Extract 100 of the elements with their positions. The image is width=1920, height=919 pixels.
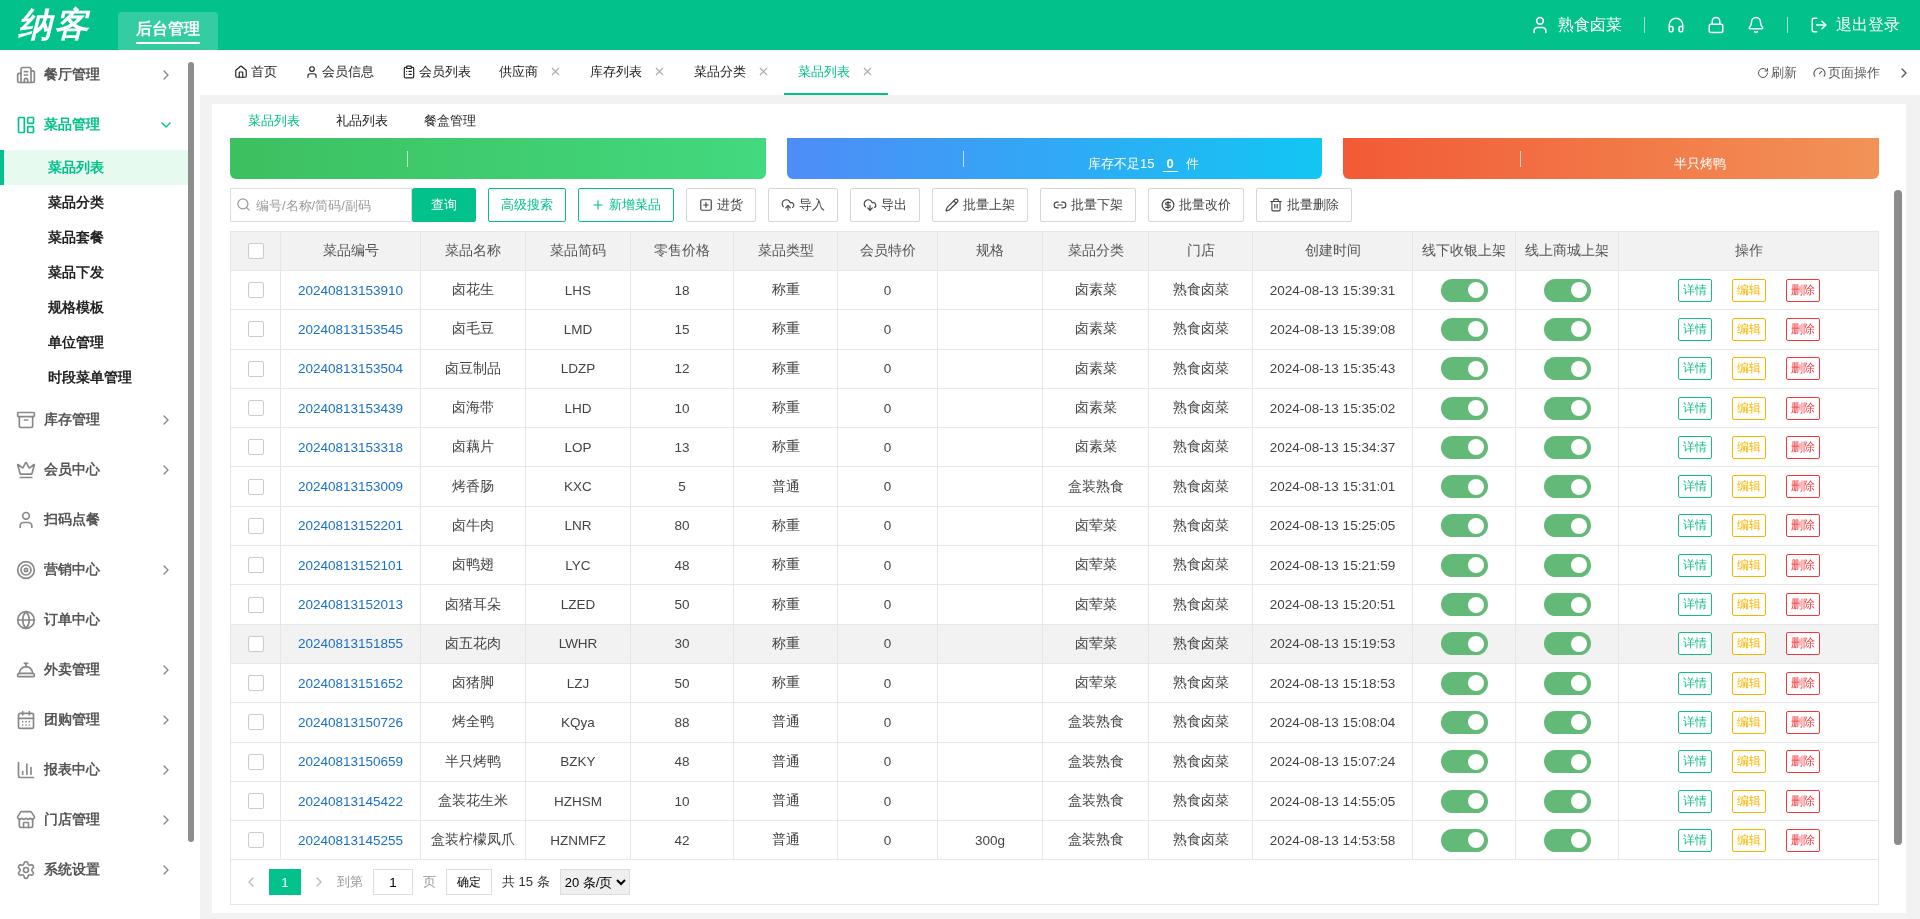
page-tab[interactable]: 库存列表: [576, 50, 680, 95]
code-link[interactable]: 20240813152013: [281, 585, 421, 624]
search-field[interactable]: 编号/名称/简码/副码: [230, 188, 412, 222]
toggle-switch[interactable]: [1543, 278, 1591, 302]
toggle-switch[interactable]: [1543, 671, 1591, 695]
toggle-switch[interactable]: [1440, 828, 1488, 852]
code-link[interactable]: 20240813153318: [281, 428, 421, 467]
code-link[interactable]: 20240813150726: [281, 703, 421, 742]
row-checkbox[interactable]: [247, 557, 264, 574]
toggle-switch[interactable]: [1440, 475, 1488, 499]
details-button[interactable]: 详情: [1677, 632, 1712, 656]
sidebar-item[interactable]: 菜品管理: [0, 100, 190, 150]
scrollbar[interactable]: [1894, 190, 1902, 845]
toggle-switch[interactable]: [1543, 710, 1591, 734]
toolbar-button[interactable]: 高级搜索: [488, 188, 566, 222]
details-button[interactable]: 详情: [1677, 396, 1712, 420]
details-button[interactable]: 详情: [1677, 593, 1712, 616]
details-button[interactable]: 详情: [1677, 671, 1712, 695]
row-checkbox[interactable]: [247, 793, 264, 809]
toggle-switch[interactable]: [1543, 357, 1591, 381]
sidebar-subitem[interactable]: 菜品下发: [0, 255, 190, 290]
confirm-button[interactable]: 确定: [446, 869, 492, 896]
delete-button[interactable]: 删除: [1785, 710, 1820, 734]
sidebar-subitem[interactable]: 单位管理: [0, 325, 190, 360]
code-link[interactable]: 20240813153009: [281, 467, 421, 506]
lock-icon[interactable]: [1707, 16, 1725, 34]
toggle-switch[interactable]: [1543, 828, 1591, 852]
toggle-switch[interactable]: [1543, 514, 1591, 538]
delete-button[interactable]: 删除: [1785, 278, 1820, 302]
toggle-switch[interactable]: [1543, 435, 1591, 459]
toolbar-button[interactable]: 新增菜品: [578, 188, 674, 222]
logout-icon[interactable]: [1810, 16, 1828, 34]
toggle-switch[interactable]: [1440, 632, 1488, 656]
details-button[interactable]: 详情: [1677, 710, 1712, 734]
toolbar-button[interactable]: 进货: [686, 188, 756, 222]
details-button[interactable]: 详情: [1677, 828, 1712, 852]
code-link[interactable]: 20240813145422: [281, 781, 421, 821]
notification-icon[interactable]: [1747, 16, 1765, 34]
delete-button[interactable]: 删除: [1785, 828, 1820, 852]
toolbar-button[interactable]: 导入: [768, 188, 838, 222]
close-icon[interactable]: [653, 65, 666, 78]
delete-button[interactable]: 删除: [1785, 475, 1820, 499]
details-button[interactable]: 详情: [1677, 750, 1712, 774]
page-input[interactable]: 1: [373, 869, 413, 896]
details-button[interactable]: 详情: [1677, 317, 1712, 341]
row-checkbox[interactable]: [247, 832, 264, 849]
details-button[interactable]: 详情: [1677, 357, 1712, 381]
toggle-switch[interactable]: [1543, 396, 1591, 420]
page-tab[interactable]: 首页: [220, 50, 291, 95]
code-link[interactable]: 20240813150659: [281, 742, 421, 781]
toggle-switch[interactable]: [1440, 435, 1488, 459]
code-link[interactable]: 20240813153504: [281, 349, 421, 388]
delete-button[interactable]: 删除: [1785, 514, 1820, 538]
delete-button[interactable]: 删除: [1785, 357, 1820, 381]
toggle-switch[interactable]: [1543, 593, 1591, 616]
details-button[interactable]: 详情: [1677, 514, 1712, 538]
page-tab[interactable]: 菜品分类: [680, 50, 784, 95]
code-link[interactable]: 20240813153545: [281, 310, 421, 349]
toggle-switch[interactable]: [1440, 514, 1488, 538]
code-link[interactable]: 20240813151652: [281, 663, 421, 703]
code-link[interactable]: 20240813153439: [281, 388, 421, 428]
close-icon[interactable]: [549, 65, 562, 78]
delete-button[interactable]: 删除: [1785, 593, 1820, 616]
page-button[interactable]: 1: [269, 869, 301, 896]
toggle-switch[interactable]: [1440, 553, 1488, 577]
scrollbar[interactable]: [188, 62, 194, 842]
toggle-switch[interactable]: [1440, 593, 1488, 616]
details-button[interactable]: 详情: [1677, 475, 1712, 499]
row-checkbox[interactable]: [247, 400, 264, 417]
toggle-switch[interactable]: [1543, 317, 1591, 341]
sidebar-item[interactable]: 订单中心: [0, 595, 190, 645]
row-checkbox[interactable]: [247, 635, 264, 652]
sub-tab[interactable]: 礼品列表: [318, 112, 406, 130]
page-tab[interactable]: 会员信息: [291, 50, 388, 95]
details-button[interactable]: 详情: [1677, 278, 1712, 302]
sidebar-item[interactable]: 营销中心: [0, 545, 190, 595]
code-link[interactable]: 20240813151855: [281, 624, 421, 663]
headset-icon[interactable]: [1667, 16, 1685, 34]
details-button[interactable]: 详情: [1677, 789, 1712, 813]
details-button[interactable]: 详情: [1677, 435, 1712, 459]
code-link[interactable]: 20240813152101: [281, 546, 421, 585]
page-tab[interactable]: 菜品列表: [784, 50, 888, 95]
sidebar-item[interactable]: 门店管理: [0, 795, 190, 845]
page-actions-button[interactable]: 页面操作: [1813, 63, 1880, 82]
sidebar-subitem[interactable]: 时段菜单管理: [0, 360, 190, 395]
row-checkbox[interactable]: [247, 714, 264, 731]
delete-button[interactable]: 删除: [1785, 317, 1820, 341]
toggle-switch[interactable]: [1543, 789, 1591, 813]
sidebar-item[interactable]: 库存管理: [0, 395, 190, 445]
row-checkbox[interactable]: [247, 439, 264, 456]
toggle-switch[interactable]: [1440, 789, 1488, 813]
toolbar-button[interactable]: 批量下架: [1040, 188, 1136, 222]
toggle-switch[interactable]: [1440, 317, 1488, 341]
sub-tab[interactable]: 菜品列表: [230, 112, 318, 130]
sidebar-item[interactable]: 外卖管理: [0, 645, 190, 695]
toggle-switch[interactable]: [1440, 396, 1488, 420]
sidebar-subitem[interactable]: 菜品套餐: [0, 220, 190, 255]
row-checkbox[interactable]: [247, 675, 264, 692]
code-link[interactable]: 20240813152201: [281, 506, 421, 546]
toggle-switch[interactable]: [1543, 632, 1591, 656]
